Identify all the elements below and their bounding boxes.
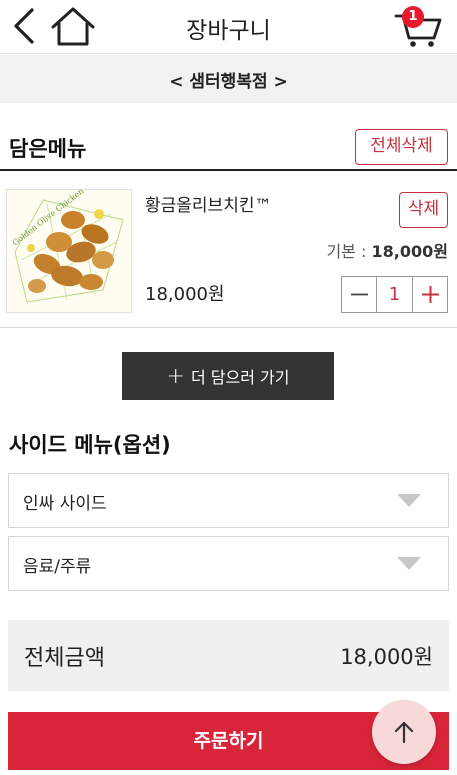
total-box: 전체금액 18,000원	[8, 620, 449, 691]
top-bar: 장바구니 1	[0, 0, 457, 54]
plus-icon: +	[166, 363, 185, 389]
item-name: 황금올리브치킨™	[145, 196, 272, 216]
chevron-down-icon	[397, 494, 421, 507]
store-name: < 샘터행복점 >	[169, 72, 288, 92]
total-label: 전체금액	[24, 646, 105, 671]
base-price-label: 기본 :	[326, 242, 372, 261]
side-dropdown[interactable]: 인싸 사이드	[8, 473, 449, 528]
item-price: 18,000원	[145, 284, 225, 305]
home-icon	[51, 7, 95, 46]
quantity-stepper: 1	[341, 276, 448, 313]
chevron-down-icon	[397, 557, 421, 570]
side-dropdown-label: 인싸 사이드	[23, 494, 107, 514]
item-image: Golden Olive Chicken	[6, 189, 132, 313]
quantity-value[interactable]: 1	[377, 277, 412, 312]
side-menu-title: 사이드 메뉴(옵션)	[9, 433, 171, 457]
cart-item: Golden Olive Chicken 황금올리브치킨™ 삭제 기본 : 18…	[0, 172, 457, 328]
arrow-up-icon	[394, 721, 414, 744]
home-button[interactable]	[50, 6, 96, 48]
base-price-value: 18,000원	[371, 242, 448, 261]
back-button[interactable]	[8, 6, 42, 46]
cart-section-title: 담은메뉴	[9, 137, 87, 161]
chicken-image: Golden Olive Chicken	[7, 190, 131, 312]
cart-section-header: 담은메뉴 전체삭제	[0, 125, 457, 171]
chevron-left-icon	[14, 8, 34, 44]
item-delete-button[interactable]: 삭제	[399, 192, 448, 228]
item-base-price: 기본 : 18,000원	[327, 238, 448, 262]
add-more-label: 더 담으러 가기	[190, 368, 290, 387]
drink-dropdown[interactable]: 음료/주류	[8, 536, 449, 591]
total-value: 18,000원	[340, 645, 433, 669]
plus-icon	[422, 286, 439, 303]
drink-dropdown-label: 음료/주류	[23, 557, 92, 577]
minus-icon	[351, 293, 368, 296]
increase-quantity-button[interactable]	[412, 277, 447, 312]
cart-button[interactable]: 1	[394, 4, 446, 50]
store-bar: < 샘터행복점 >	[0, 55, 457, 103]
add-more-button[interactable]: + 더 담으러 가기	[122, 352, 334, 400]
cart-count-badge: 1	[402, 6, 424, 28]
decrease-quantity-button[interactable]	[342, 277, 377, 312]
scroll-to-top-button[interactable]	[372, 700, 436, 764]
delete-all-button[interactable]: 전체삭제	[355, 129, 448, 165]
